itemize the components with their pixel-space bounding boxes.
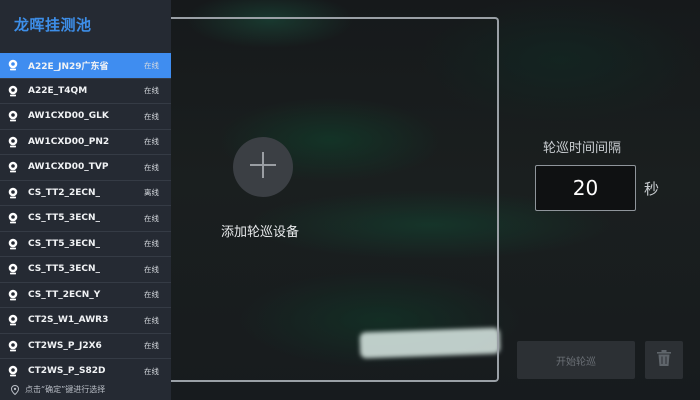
camera-icon bbox=[7, 212, 19, 224]
interval-title: 轮巡时间间隔 bbox=[543, 141, 622, 156]
device-name: A22E_JN29广东省 bbox=[28, 61, 109, 72]
device-status: 在线 bbox=[144, 86, 159, 96]
device-status: 在线 bbox=[144, 366, 159, 376]
device-name: CT2S_W1_AWR3 bbox=[28, 315, 109, 326]
add-device-label: 添加轮巡设备 bbox=[221, 225, 300, 240]
camera-icon bbox=[7, 238, 19, 250]
device-status: 离线 bbox=[144, 188, 159, 198]
camera-icon bbox=[7, 263, 19, 275]
interval-unit: 秒 bbox=[644, 180, 660, 198]
camera-icon bbox=[7, 59, 19, 71]
camera-icon bbox=[7, 187, 19, 199]
device-status: 在线 bbox=[144, 137, 159, 147]
add-device-panel[interactable] bbox=[171, 17, 499, 382]
hint-bar: 点击“确定”键进行选择 bbox=[0, 379, 171, 400]
app-title: 龙晖挂测池 bbox=[14, 16, 92, 34]
device-name: A22E_T4QM bbox=[28, 85, 88, 96]
camera-icon bbox=[7, 85, 19, 97]
sidebar: 龙晖挂测池 A22E_JN29广东省 在线 A22E_T4QM 在线 AW1CXD00_… bbox=[0, 0, 171, 400]
interval-input[interactable]: 20 bbox=[535, 165, 636, 211]
device-status: 在线 bbox=[144, 162, 159, 172]
device-item[interactable]: A22E_T4QM 在线 bbox=[0, 79, 171, 104]
device-item[interactable]: CS_TT5_3ECN_ 在线 bbox=[0, 232, 171, 257]
device-item[interactable]: AW1CXD00_PN2 在线 bbox=[0, 130, 171, 155]
add-device-button[interactable] bbox=[233, 137, 293, 197]
device-status: 在线 bbox=[144, 111, 159, 121]
device-name: AW1CXD00_GLK bbox=[28, 111, 109, 122]
device-status: 在线 bbox=[144, 264, 159, 274]
device-item[interactable]: CS_TT2_2ECN_ 离线 bbox=[0, 181, 171, 206]
device-status: 在线 bbox=[144, 290, 159, 300]
camera-icon bbox=[7, 161, 19, 173]
device-status: 在线 bbox=[144, 315, 159, 325]
device-status: 在线 bbox=[144, 239, 159, 249]
device-name: CS_TT5_3ECN_ bbox=[28, 238, 101, 249]
device-item[interactable]: A22E_JN29广东省 在线 bbox=[0, 53, 171, 79]
delete-button[interactable] bbox=[645, 341, 683, 379]
device-item[interactable]: AW1CXD00_TVP 在线 bbox=[0, 155, 171, 181]
device-item[interactable]: CS_TT5_3ECN_ 在线 bbox=[0, 206, 171, 232]
camera-icon bbox=[7, 136, 19, 148]
device-item[interactable]: CS_TT_2ECN_Y 在线 bbox=[0, 283, 171, 308]
device-name: CS_TT_2ECN_Y bbox=[28, 289, 101, 300]
device-item[interactable]: AW1CXD00_GLK 在线 bbox=[0, 104, 171, 130]
device-name: AW1CXD00_TVP bbox=[28, 162, 109, 173]
camera-icon bbox=[7, 340, 19, 352]
trash-icon bbox=[656, 349, 672, 371]
device-name: CS_TT5_3ECN_ bbox=[28, 213, 101, 224]
device-name: CT2WS_P_S82D bbox=[28, 366, 106, 377]
device-name: AW1CXD00_PN2 bbox=[28, 136, 110, 147]
device-status: 在线 bbox=[144, 60, 159, 70]
camera-icon bbox=[7, 314, 19, 326]
device-status: 在线 bbox=[144, 341, 159, 351]
device-item[interactable]: CT2S_W1_AWR3 在线 bbox=[0, 308, 171, 334]
device-item[interactable]: CS_TT5_3ECN_ 在线 bbox=[0, 257, 171, 283]
camera-icon bbox=[7, 289, 19, 301]
device-name: CT2WS_P_J2X6 bbox=[28, 340, 102, 351]
hint-text: 点击“确定”键进行选择 bbox=[25, 385, 106, 394]
plus-icon bbox=[248, 150, 278, 184]
location-pin-icon bbox=[11, 384, 19, 395]
device-item[interactable]: CT2WS_P_J2X6 在线 bbox=[0, 334, 171, 359]
device-name: CS_TT2_2ECN_ bbox=[28, 187, 101, 198]
device-status: 在线 bbox=[144, 213, 159, 223]
camera-icon bbox=[7, 110, 19, 122]
camera-icon bbox=[7, 365, 19, 377]
start-patrol-button[interactable]: 开始轮巡 bbox=[517, 341, 635, 379]
device-list: A22E_JN29广东省 在线 A22E_T4QM 在线 AW1CXD00_GLK 在线 A… bbox=[0, 53, 171, 385]
device-name: CS_TT5_3ECN_ bbox=[28, 264, 101, 275]
